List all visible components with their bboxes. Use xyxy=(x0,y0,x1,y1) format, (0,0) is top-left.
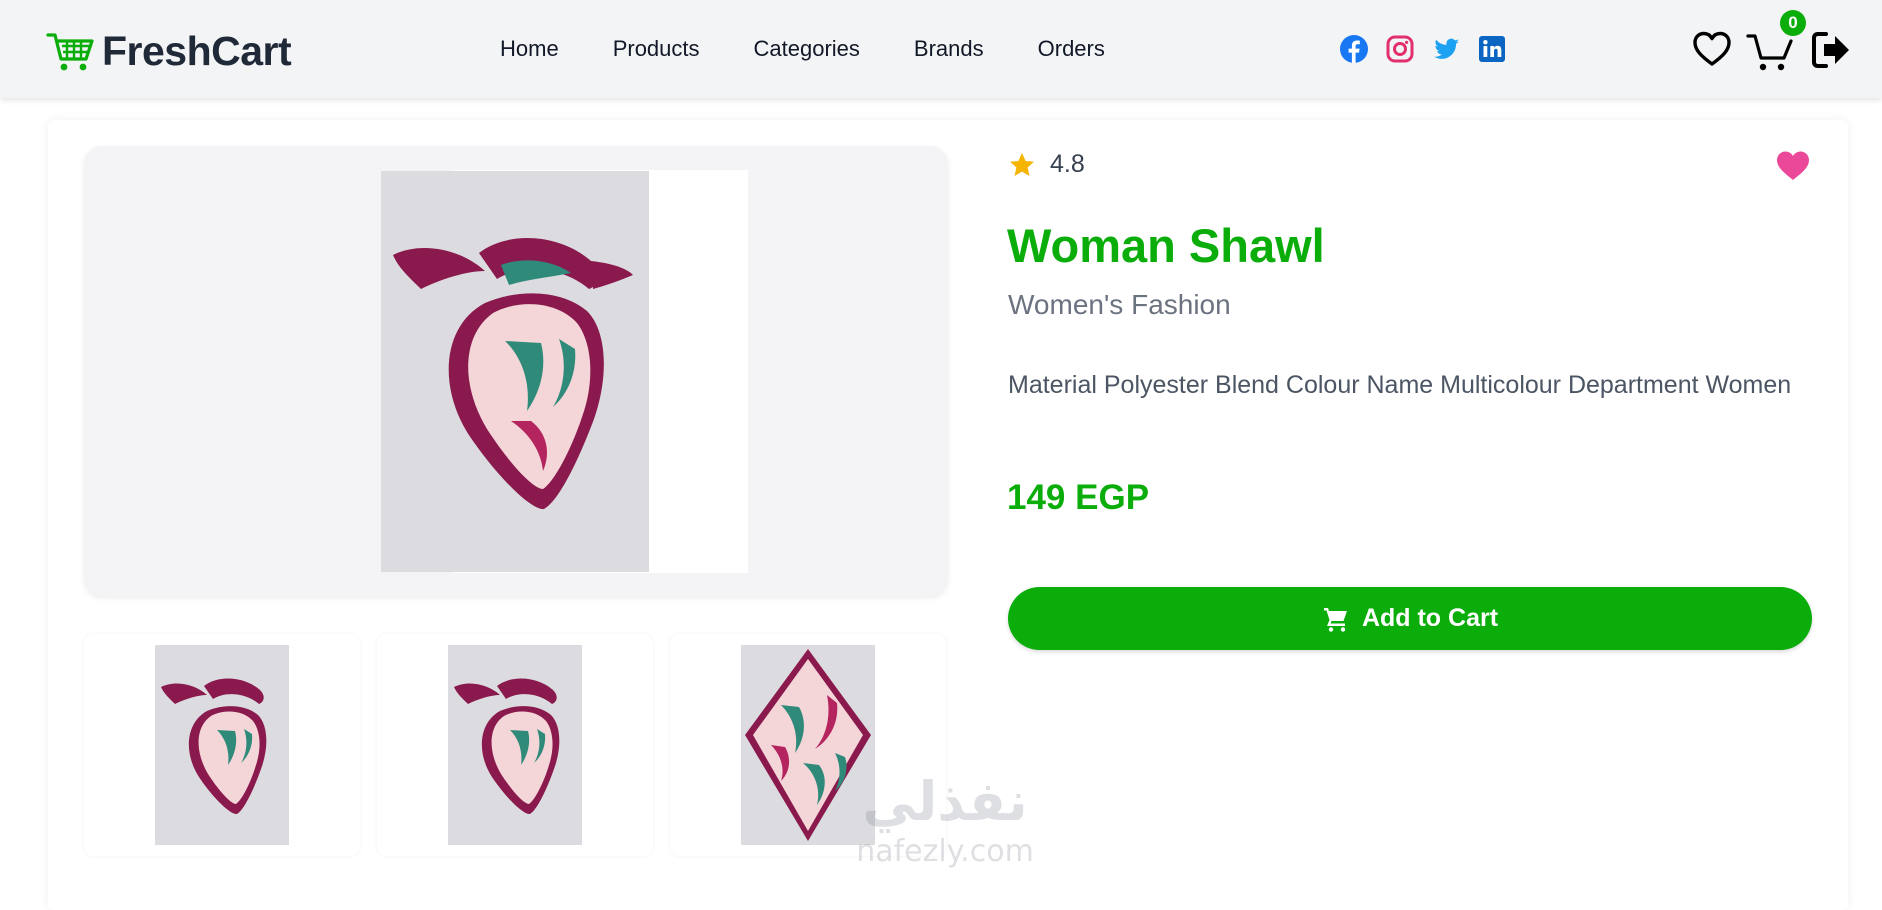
shopping-cart-icon xyxy=(46,32,94,70)
add-to-cart-label: Add to Cart xyxy=(1361,604,1499,632)
logout-icon[interactable] xyxy=(1810,30,1852,70)
product-title: Woman Shawl xyxy=(1007,219,1325,272)
cart-icon[interactable] xyxy=(1746,30,1794,72)
brand-logo[interactable]: FreshCart xyxy=(46,28,292,75)
navbar: FreshCart Home Products Categories Brand… xyxy=(0,0,1882,98)
star-icon xyxy=(1010,152,1034,176)
nav-link-home[interactable]: Home xyxy=(500,36,559,62)
product-category: Women's Fashion xyxy=(1008,289,1231,320)
nav-link-products[interactable]: Products xyxy=(613,36,700,62)
cart-icon xyxy=(1323,607,1347,632)
twitter-icon[interactable] xyxy=(1431,34,1461,64)
nav-link-brands[interactable]: Brands xyxy=(914,36,984,62)
product-description: Material Polyester Blend Colour Name Mul… xyxy=(1008,371,1792,399)
main-product-image[interactable] xyxy=(381,171,649,572)
product-rating: 4.8 xyxy=(1008,150,1085,179)
add-to-cart-button[interactable]: Add to Cart xyxy=(1008,587,1812,650)
heart-icon[interactable] xyxy=(1692,30,1732,68)
linkedin-icon[interactable] xyxy=(1477,34,1507,64)
facebook-icon[interactable] xyxy=(1339,34,1369,64)
instagram-icon[interactable] xyxy=(1385,34,1415,64)
watermark: نفذلي nafezly.com xyxy=(830,770,1060,886)
watermark-latin: nafezly.com xyxy=(856,834,1034,869)
nav-link-orders[interactable]: Orders xyxy=(1038,36,1105,62)
product-price: 149 EGP xyxy=(1007,478,1150,517)
main-nav: Home Products Categories Brands Orders xyxy=(500,36,1105,62)
rating-value: 4.8 xyxy=(1050,150,1085,178)
cart-count-badge: 0 xyxy=(1780,10,1806,36)
watermark-arabic: نفذلي xyxy=(862,770,1028,833)
nav-actions: 0 xyxy=(1690,10,1852,76)
thumbnail-image-2[interactable] xyxy=(448,645,582,845)
wishlist-heart-icon[interactable] xyxy=(1776,150,1810,182)
nav-link-categories[interactable]: Categories xyxy=(754,36,860,62)
thumbnail-image-1[interactable] xyxy=(155,645,289,845)
brand-name: FreshCart xyxy=(102,28,292,74)
social-links xyxy=(1339,34,1507,64)
